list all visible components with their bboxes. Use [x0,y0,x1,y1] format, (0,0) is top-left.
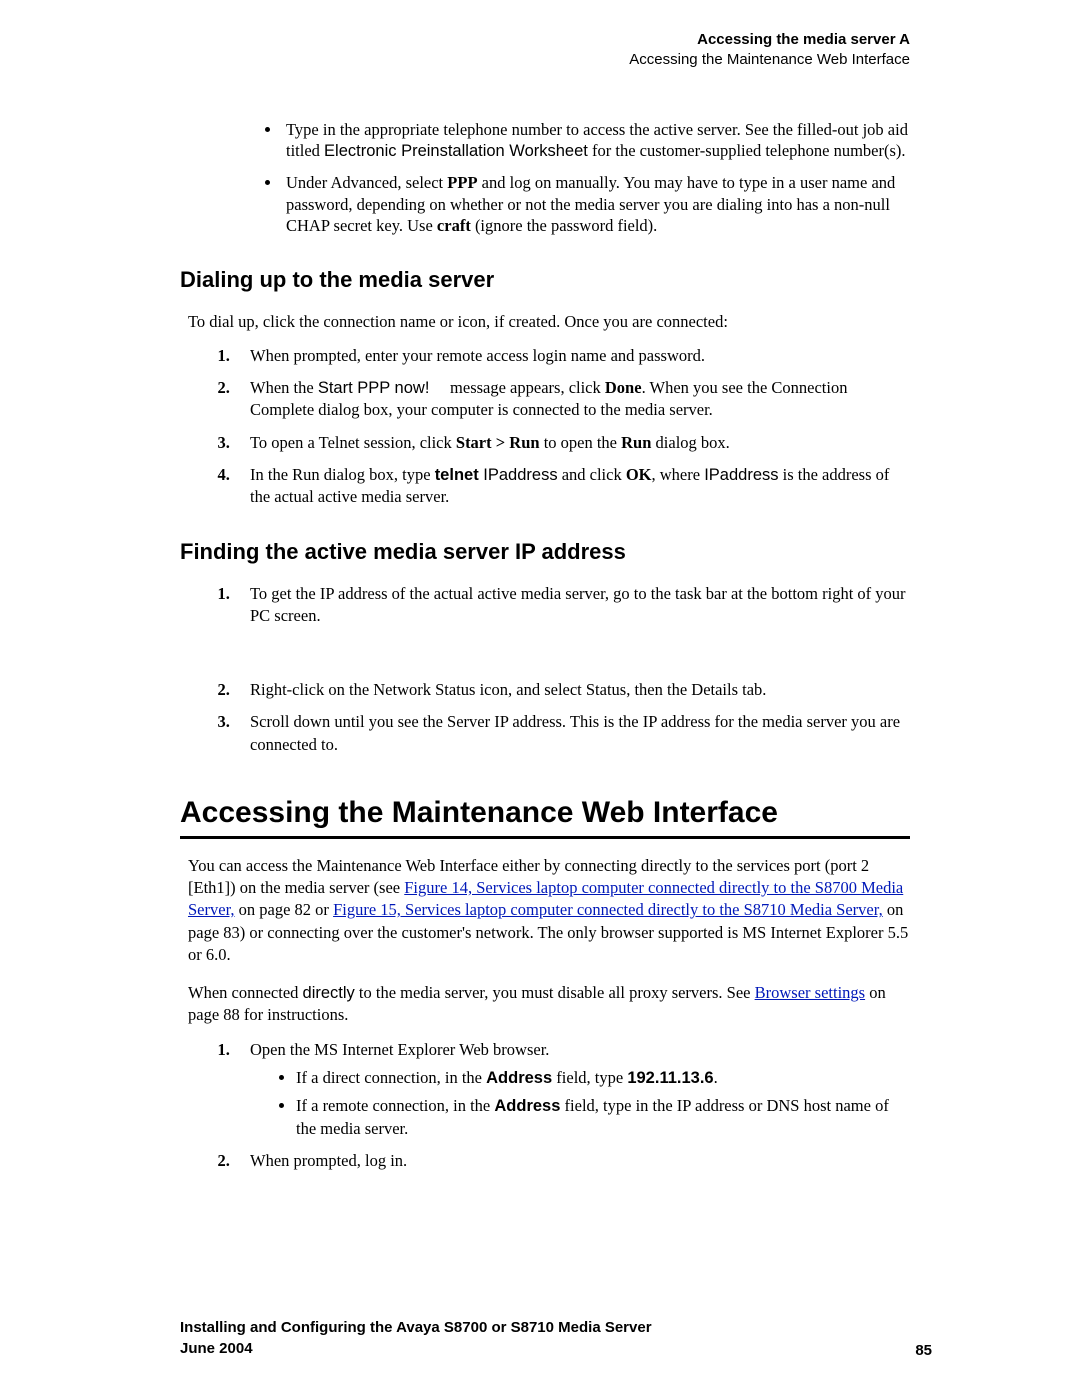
step: Scroll down until you see the Server IP … [234,711,910,756]
sub-bullet-list: If a direct connection, in the Address f… [250,1067,910,1140]
worksheet-title: Electronic Preinstallation Worksheet [324,142,588,160]
step: To open a Telnet session, click Start > … [234,432,910,454]
emphasis: directly [303,984,355,1002]
body-text: To get the IP address of the actual acti… [250,584,906,625]
body-text: for the customer-supplied telephone numb… [588,141,906,160]
body-text: When prompted, log in. [250,1151,407,1170]
step: In the Run dialog box, type telnet IPadd… [234,464,910,509]
body-text: field, type [552,1068,627,1087]
major-heading-maintenance: Accessing the Maintenance Web Interface [180,796,910,839]
bullet-item: Under Advanced, select PPP and log on ma… [282,172,910,236]
variable: IPaddress [483,466,557,484]
body-text: and click [558,465,626,484]
body-text: (ignore the password field). [471,216,658,235]
body-text: on page 82 or [235,900,334,919]
ui-label: craft [437,216,471,235]
body-text: Open the MS Internet Explorer Web browse… [250,1040,549,1059]
variable: IPaddress [704,466,778,484]
footer-title-text: Installing and Configuring the Avaya S87… [180,1319,652,1336]
header-subtitle: Accessing the Maintenance Web Interface [180,50,910,70]
body-text: message appears, click [446,378,605,397]
ui-label: Run [621,433,651,452]
body-text: When prompted, enter your remote access … [250,346,705,365]
body-text: to the media server, you must disable al… [355,983,755,1002]
bullet-item: If a direct connection, in the Address f… [296,1067,910,1089]
ui-label: PPP [447,173,477,192]
finding-ip-steps-cont: Right-click on the Network Status icon, … [180,679,910,756]
bullet-item: Type in the appropriate telephone number… [282,119,910,163]
body-text: . [714,1068,718,1087]
body-text: Right-click on the Network Status icon, … [250,680,766,699]
finding-ip-steps: To get the IP address of the actual acti… [180,583,910,628]
step: Open the MS Internet Explorer Web browse… [234,1039,910,1140]
ui-label: Done [605,378,642,397]
body-text: If a direct connection, in the [296,1068,486,1087]
field-label: Address [494,1097,560,1115]
body-text: Under Advanced, select [286,173,447,192]
bullet-item: If a remote connection, in the Address f… [296,1095,910,1140]
step: To get the IP address of the actual acti… [234,583,910,628]
page-footer: Installing and Configuring the Avaya S87… [180,1317,932,1359]
step: Right-click on the Network Status icon, … [234,679,910,701]
maintenance-paragraph-2: When connected directly to the media ser… [188,982,910,1027]
page-content: Accessing the media server A Accessing t… [0,0,1080,1172]
page-number: 85 [915,1342,932,1359]
section-intro: To dial up, click the connection name or… [188,311,910,333]
link-figure-15[interactable]: Figure 15, Services laptop computer conn… [333,900,883,919]
link-browser-settings[interactable]: Browser settings [755,983,865,1002]
body-text: When connected [188,983,303,1002]
maintenance-steps: Open the MS Internet Explorer Web browse… [180,1039,910,1172]
body-text: In the Run dialog box, type [250,465,435,484]
dialing-steps: When prompted, enter your remote access … [180,345,910,509]
body-text: When the [250,378,318,397]
command: telnet [435,466,484,484]
page-header: Accessing the media server A Accessing t… [180,30,910,71]
field-label: Address [486,1069,552,1087]
body-text: dialog box. [651,433,729,452]
top-bullet-list: Type in the appropriate telephone number… [180,119,910,237]
section-heading-finding-ip: Finding the active media server IP addre… [180,539,910,565]
step: When the Start PPP now! message appears,… [234,377,910,422]
step: When prompted, enter your remote access … [234,345,910,367]
body-text: If a remote connection, in the [296,1096,494,1115]
header-section-title: Accessing the media server A [180,30,910,50]
body-text: Scroll down until you see the Server IP … [250,712,900,753]
footer-date: June 2004 [180,1340,253,1357]
footer-doc-title: Installing and Configuring the Avaya S87… [180,1317,652,1359]
ip-address: 192.11.13.6 [627,1069,713,1087]
body-text: to open the [540,433,622,452]
maintenance-paragraph-1: You can access the Maintenance Web Inter… [188,855,910,966]
step: When prompted, log in. [234,1150,910,1172]
ui-label: OK [626,465,652,484]
section-heading-dialing: Dialing up to the media server [180,267,910,293]
body-text: , where [652,465,705,484]
body-text: To open a Telnet session, click [250,433,456,452]
ui-message: Start PPP now! [318,379,430,397]
ui-label: Start > Run [456,433,540,452]
